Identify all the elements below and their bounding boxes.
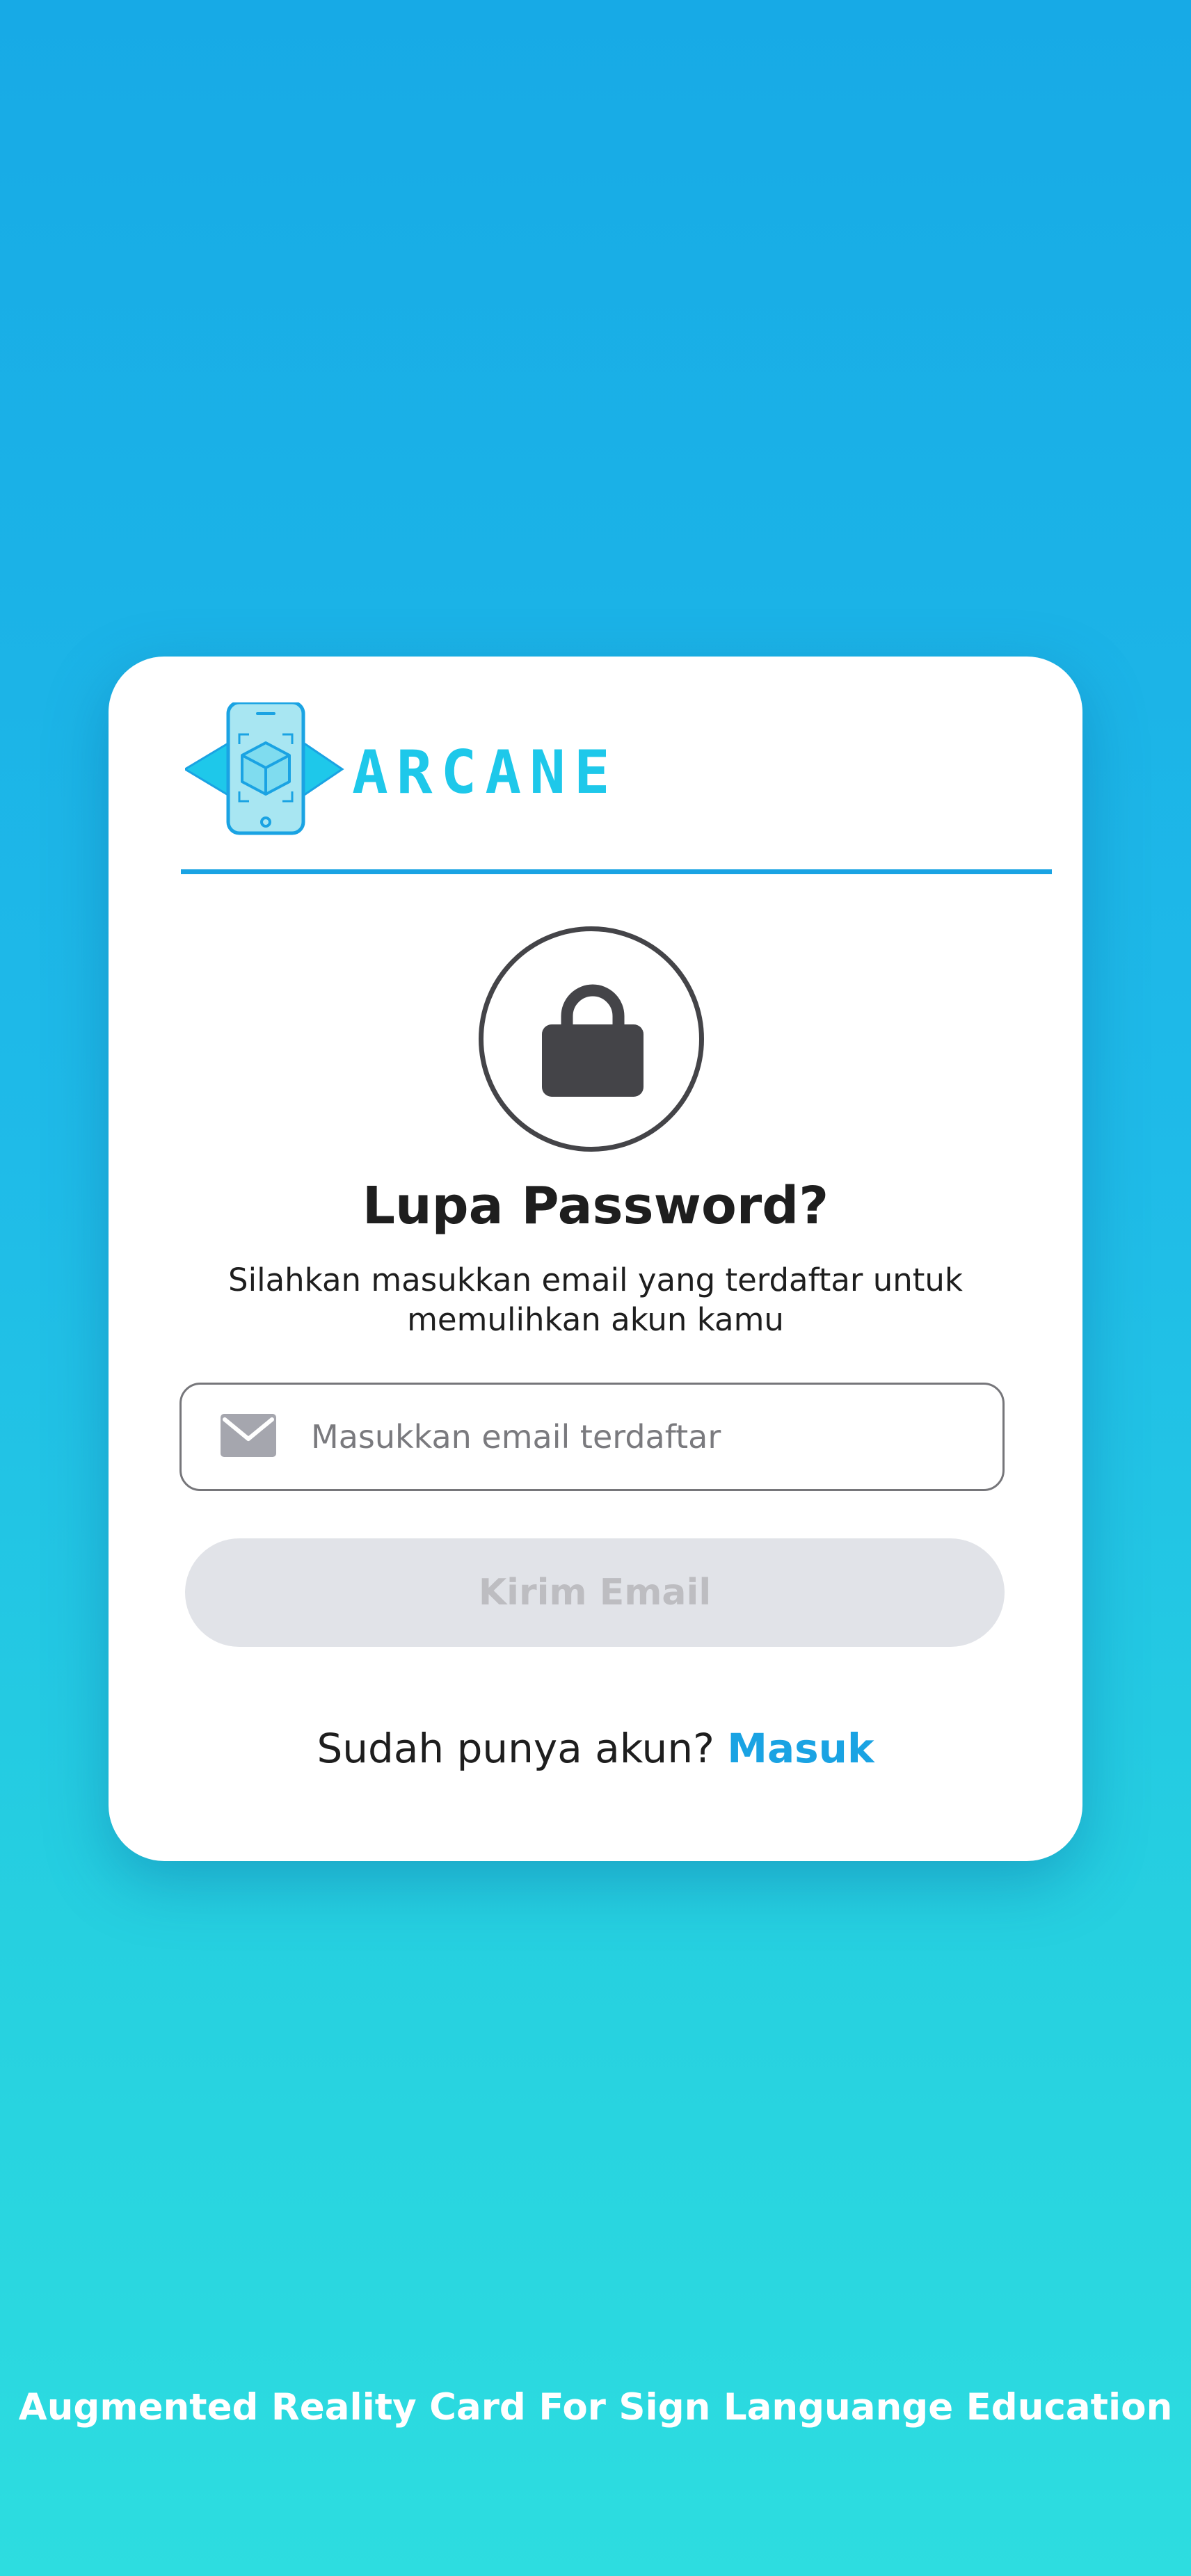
arcane-logo: ARCANE — [183, 700, 618, 842]
email-field[interactable] — [179, 1383, 1005, 1491]
email-input[interactable] — [311, 1406, 972, 1468]
signin-prompt-text: Sudah punya akun? — [317, 1725, 714, 1772]
lock-icon — [542, 984, 644, 1097]
header-divider — [181, 869, 1052, 874]
page-subtitle: Silahkan masukkan email yang terdaftar u… — [228, 1262, 963, 1338]
signin-prompt-row: Sudah punya akun? Masuk — [109, 1721, 1082, 1776]
page-title: Lupa Password? — [362, 1176, 829, 1236]
lock-badge — [479, 926, 704, 1152]
footer-tagline: Augmented Reality Card For Sign Languang… — [18, 2386, 1173, 2429]
forgot-password-card: ARCANE Lupa Password? Silahkan masukkan … — [109, 657, 1082, 1861]
signin-link[interactable]: Masuk — [727, 1725, 874, 1772]
send-email-button[interactable]: Kirim Email — [185, 1538, 1005, 1647]
brand-name: ARCANE — [352, 738, 618, 807]
mail-icon — [221, 1414, 276, 1457]
